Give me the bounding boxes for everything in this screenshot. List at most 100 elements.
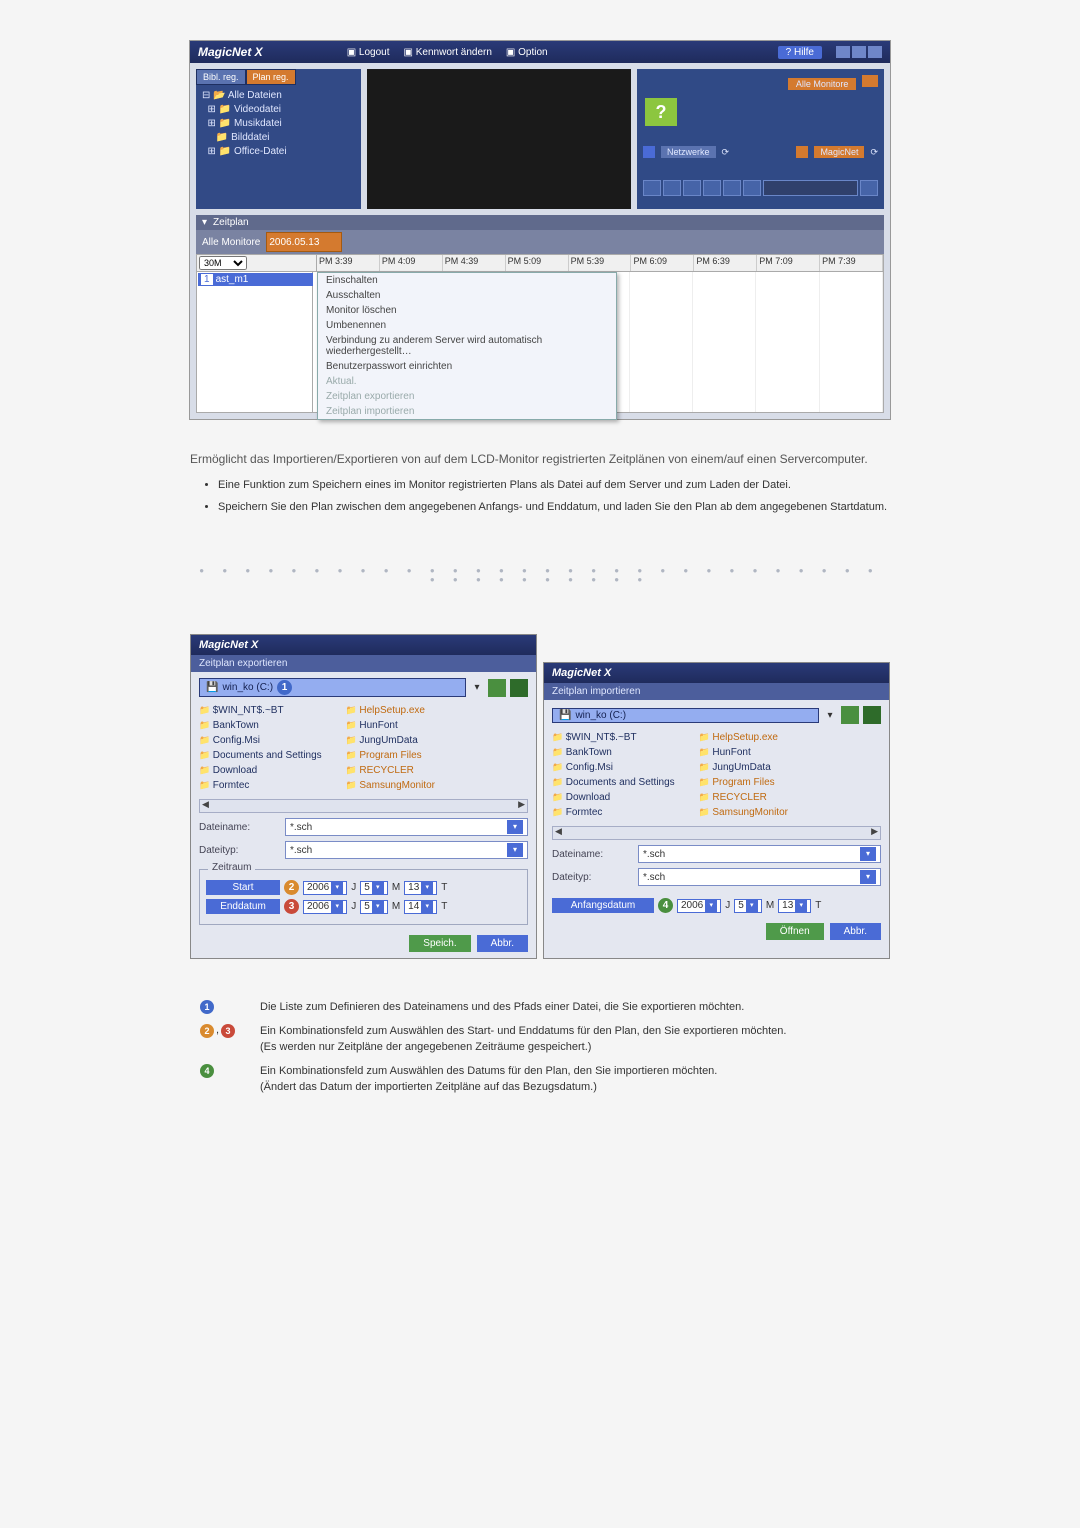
save-button[interactable]: Speich. bbox=[409, 935, 470, 952]
filetype-select[interactable]: *.sch▾ bbox=[285, 841, 528, 859]
mon-tool-icon[interactable] bbox=[723, 180, 741, 196]
import-day-select[interactable]: 13▾ bbox=[778, 899, 811, 913]
filename-input[interactable]: *.sch▾ bbox=[638, 845, 881, 863]
end-month-select[interactable]: 5▾ bbox=[360, 900, 388, 914]
description-block: Ermöglicht das Importieren/Exportieren v… bbox=[190, 450, 890, 516]
up-folder-button[interactable] bbox=[510, 679, 528, 697]
description-item-2: Speichern Sie den Plan zwischen dem ange… bbox=[218, 498, 890, 516]
schedule-all-monitors: Alle Monitore bbox=[202, 237, 260, 248]
legend-badge-4: 4 bbox=[200, 1064, 214, 1078]
context-menu: Einschalten Ausschalten Monitor löschen … bbox=[317, 272, 617, 420]
tree-image[interactable]: 📁 Bilddatei bbox=[202, 131, 355, 145]
timeline-row-label[interactable]: 1ast_m1 bbox=[198, 273, 313, 286]
refresh-button[interactable] bbox=[841, 706, 859, 724]
filetype-select[interactable]: *.sch▾ bbox=[638, 868, 881, 886]
tree-video[interactable]: ⊞ 📁 Videodatei bbox=[202, 103, 355, 117]
timeline-header: 30M PM 3:39PM 4:09PM 4:39PM 5:09PM 5:39P… bbox=[196, 254, 884, 272]
monitor-help-icon: ? bbox=[643, 96, 679, 128]
ctx-off[interactable]: Ausschalten bbox=[318, 288, 616, 303]
legend-badge-2: 2 bbox=[200, 1024, 214, 1038]
menu-option[interactable]: Option bbox=[518, 47, 547, 58]
library-tree-panel: Bibl. reg. Plan reg. ⊟ 📂 Alle Dateien ⊞ … bbox=[196, 69, 361, 209]
magicnet-button[interactable]: MagicNet bbox=[814, 146, 864, 158]
start-year-select[interactable]: 2006▾ bbox=[303, 881, 347, 895]
import-file-list[interactable]: $WIN_NT$.~BTBankTownConfig.MsiDocuments … bbox=[552, 728, 881, 826]
monitor-tool-icon[interactable] bbox=[862, 75, 878, 87]
drive-dropdown-icon[interactable]: ▾ bbox=[470, 682, 484, 693]
network-refresh-icon[interactable]: ⟳ bbox=[722, 147, 730, 158]
menu-logout[interactable]: Logout bbox=[359, 47, 390, 58]
schedule-dropdown-icon[interactable]: ▾ bbox=[202, 217, 207, 228]
cancel-button[interactable]: Abbr. bbox=[477, 935, 528, 952]
badge-1: 1 bbox=[277, 680, 292, 695]
date-range-group: Zeitraum Start 2 2006▾J 5▾M 13▾T Enddatu… bbox=[199, 869, 528, 925]
tree-root[interactable]: ⊟ 📂 Alle Dateien bbox=[202, 89, 355, 103]
import-drive-select[interactable]: 💾 win_ko (C:) bbox=[552, 708, 819, 723]
ctx-reconnect[interactable]: Verbindung zu anderem Server wird automa… bbox=[318, 333, 616, 359]
end-label: Enddatum bbox=[206, 899, 280, 914]
export-drive-select[interactable]: 💾 win_ko (C:) 1 bbox=[199, 678, 466, 697]
legend-badge-3: 3 bbox=[221, 1024, 235, 1038]
end-year-select[interactable]: 2006▾ bbox=[303, 900, 347, 914]
start-day-select[interactable]: 13▾ bbox=[404, 881, 437, 895]
ctx-export[interactable]: Zeitplan exportieren bbox=[318, 389, 616, 404]
ctx-on[interactable]: Einschalten bbox=[318, 273, 616, 288]
tree-office[interactable]: ⊞ 📁 Office-Datei bbox=[202, 145, 355, 159]
tab-plan[interactable]: Plan reg. bbox=[246, 69, 296, 85]
legend-text-1: Die Liste zum Definieren des Dateinamens… bbox=[260, 999, 880, 1015]
mon-tool-icon[interactable] bbox=[860, 180, 878, 196]
mon-tool-icon[interactable] bbox=[743, 180, 761, 196]
all-monitors-button[interactable]: Alle Monitore bbox=[788, 78, 857, 90]
preview-pane bbox=[367, 69, 631, 209]
badge-4: 4 bbox=[658, 898, 673, 913]
import-year-select[interactable]: 2006▾ bbox=[677, 899, 721, 913]
importstart-label: Anfangsdatum bbox=[552, 898, 654, 913]
import-month-select[interactable]: 5▾ bbox=[734, 899, 762, 913]
filename-input[interactable]: *.sch▾ bbox=[285, 818, 528, 836]
tab-library[interactable]: Bibl. reg. bbox=[196, 69, 246, 85]
badge-3: 3 bbox=[284, 899, 299, 914]
dropdown-icon[interactable]: ▾ bbox=[860, 847, 876, 861]
open-button[interactable]: Öffnen bbox=[766, 923, 824, 940]
mon-slider[interactable] bbox=[763, 180, 858, 196]
export-file-list[interactable]: $WIN_NT$.~BTBankTownConfig.MsiDocuments … bbox=[199, 701, 528, 799]
schedule-label: Zeitplan bbox=[213, 217, 249, 228]
drive-dropdown-icon[interactable]: ▾ bbox=[823, 710, 837, 721]
horizontal-scrollbar[interactable] bbox=[552, 826, 881, 840]
mon-tool-icon[interactable] bbox=[643, 180, 661, 196]
legend-badge-1: 1 bbox=[200, 1000, 214, 1014]
description-item-1: Eine Funktion zum Speichern eines im Mon… bbox=[218, 476, 890, 494]
ctx-delete[interactable]: Monitor löschen bbox=[318, 303, 616, 318]
end-day-select[interactable]: 14▾ bbox=[404, 900, 437, 914]
ctx-password[interactable]: Benutzerpasswort einrichten bbox=[318, 359, 616, 374]
dropdown-icon[interactable]: ▾ bbox=[507, 820, 523, 834]
minimize-icon[interactable] bbox=[836, 46, 850, 58]
schedule-date-input[interactable] bbox=[266, 232, 342, 252]
close-icon[interactable] bbox=[868, 46, 882, 58]
main-app-window: MagicNet X ▣ Logout ▣ Kennwort ändern ▣ … bbox=[189, 40, 891, 420]
tree-music[interactable]: ⊞ 📁 Musikdatei bbox=[202, 117, 355, 131]
menu-password[interactable]: Kennwort ändern bbox=[416, 47, 492, 58]
ctx-import[interactable]: Zeitplan importieren bbox=[318, 404, 616, 419]
network-button[interactable]: Netzwerke bbox=[661, 146, 716, 158]
up-folder-button[interactable] bbox=[863, 706, 881, 724]
ctx-rename[interactable]: Umbenennen bbox=[318, 318, 616, 333]
refresh-button[interactable] bbox=[488, 679, 506, 697]
magicnet-refresh-icon[interactable]: ⟳ bbox=[870, 147, 878, 158]
monitor-panel: Alle Monitore ? Netzwerke ⟳ MagicNet ⟳ bbox=[637, 69, 884, 209]
maximize-icon[interactable] bbox=[852, 46, 866, 58]
app-logo: MagicNet X bbox=[198, 45, 263, 59]
start-month-select[interactable]: 5▾ bbox=[360, 881, 388, 895]
mon-tool-icon[interactable] bbox=[703, 180, 721, 196]
horizontal-scrollbar[interactable] bbox=[199, 799, 528, 813]
drive-icon: 💾 bbox=[559, 710, 571, 721]
cancel-button[interactable]: Abbr. bbox=[830, 923, 881, 940]
description-intro: Ermöglicht das Importieren/Exportieren v… bbox=[190, 450, 890, 468]
dropdown-icon[interactable]: ▾ bbox=[860, 870, 876, 884]
dropdown-icon[interactable]: ▾ bbox=[507, 843, 523, 857]
interval-select[interactable]: 30M bbox=[199, 256, 247, 270]
help-button[interactable]: ? Hilfe bbox=[778, 46, 822, 59]
mon-tool-icon[interactable] bbox=[683, 180, 701, 196]
import-subtitle: Zeitplan importieren bbox=[544, 683, 889, 700]
mon-tool-icon[interactable] bbox=[663, 180, 681, 196]
